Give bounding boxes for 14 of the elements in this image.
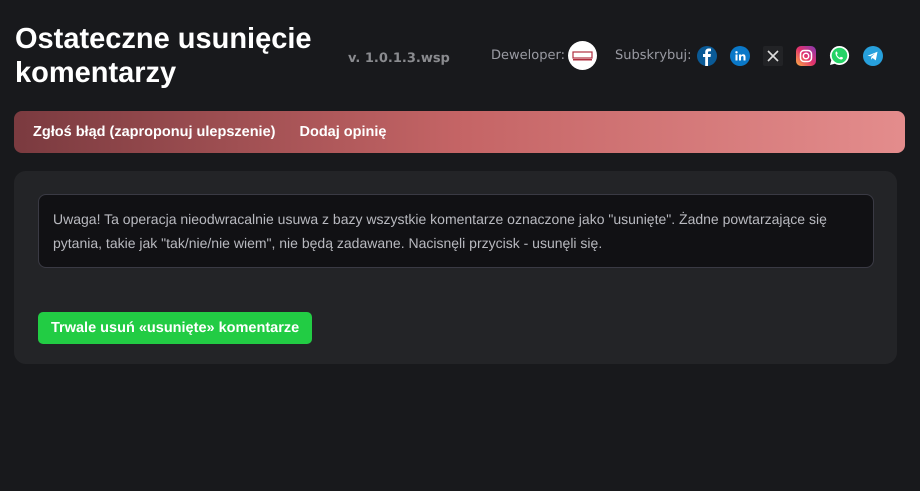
nav-link[interactable]: Dodaj opinię xyxy=(299,124,386,140)
warning-notice: Uwaga! Ta operacja nieodwracalnie usuwa z bazy wszystkie komentarze oznaczone jako "usunięte". Żadne powtarzające się pytania, takie jak "tak/nie/nie wiem", nie będą zadawane. Nacisnęli przycisk - usunęli się. xyxy=(38,194,874,268)
x-icon[interactable] xyxy=(762,46,783,66)
developer-logo-icon[interactable] xyxy=(568,41,597,70)
subscribe-label: Subskrybuj: xyxy=(614,48,692,63)
version-label: v. 1.0.1.3.wsp xyxy=(348,50,451,66)
facebook-icon[interactable] xyxy=(696,46,717,66)
page-title: Ostateczne usunięcie komentarzy xyxy=(14,22,313,90)
linkedin-icon[interactable] xyxy=(730,46,750,66)
telegram-icon[interactable] xyxy=(862,46,883,66)
developer-label: Deweloper: xyxy=(491,48,565,63)
whatsapp-icon[interactable] xyxy=(828,45,850,66)
instagram-icon[interactable] xyxy=(796,46,816,66)
nav-link[interactable]: Zgłoś błąd (zaproponuj ulepszenie) xyxy=(33,124,276,140)
